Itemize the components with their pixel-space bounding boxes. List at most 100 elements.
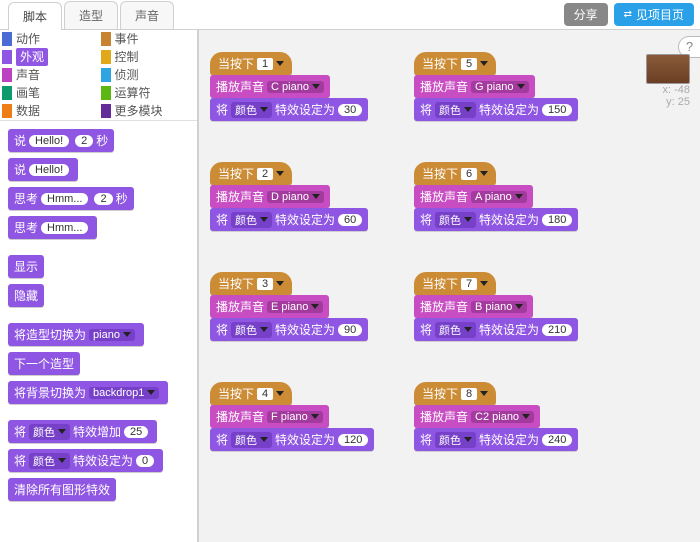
key-value[interactable]: 4 [257, 388, 273, 400]
effect-menu[interactable]: 颜色 [435, 322, 476, 338]
script-stack-7[interactable]: 当按下 7播放声音B piano将颜色特效设定为210 [414, 272, 578, 341]
effect-menu[interactable]: 颜色 [435, 212, 476, 228]
key-value[interactable]: 7 [461, 278, 477, 290]
script-stack-3[interactable]: 当按下 3播放声音E piano将颜色特效设定为90 [210, 272, 368, 341]
when-key-pressed-block[interactable]: 当按下 4 [210, 382, 292, 405]
sound-value: G piano [475, 81, 514, 93]
set-effect-block[interactable]: 将颜色特效设定为120 [210, 428, 374, 451]
when-key-pressed-block[interactable]: 当按下 3 [210, 272, 292, 295]
effect-menu[interactable]: 颜色 [231, 102, 272, 118]
sound-menu[interactable]: F piano [267, 411, 323, 423]
category-7[interactable]: 运算符 [99, 84, 198, 102]
sprite-thumbnail[interactable] [646, 54, 690, 84]
category-2[interactable]: 外观 [0, 48, 99, 66]
set-effect-block[interactable]: 将颜色特效设定为60 [210, 208, 368, 231]
block-next-costume[interactable]: 下一个造型 [8, 352, 80, 375]
play-sound-block[interactable]: 播放声音D piano [210, 185, 330, 208]
play-sound-block[interactable]: 播放声音C2 piano [414, 405, 540, 428]
key-value[interactable]: 2 [257, 168, 273, 180]
category-4[interactable]: 声音 [0, 66, 99, 84]
sound-menu[interactable]: C2 piano [471, 411, 534, 423]
tab-scripts[interactable]: 脚本 [8, 2, 62, 30]
effect-menu[interactable]: 颜色 [435, 432, 476, 448]
script-stack-6[interactable]: 当按下 6播放声音A piano将颜色特效设定为180 [414, 162, 578, 231]
tab-sounds[interactable]: 声音 [120, 1, 174, 29]
effect-amount[interactable]: 150 [542, 104, 572, 116]
category-5[interactable]: 侦测 [99, 66, 198, 84]
set-effect-block[interactable]: 将颜色特效设定为30 [210, 98, 368, 121]
play-sound-block[interactable]: 播放声音F piano [210, 405, 329, 428]
block-think-for-secs[interactable]: 思考 Hmm... 2 秒 [8, 187, 134, 210]
category-6[interactable]: 画笔 [0, 84, 99, 102]
see-project-button[interactable]: ⇄ 见项目页 [614, 3, 694, 26]
play-sound-block[interactable]: 播放声音B piano [414, 295, 533, 318]
block-switch-costume[interactable]: 将造型切换为 piano [8, 323, 144, 346]
script-area[interactable]: ? x: -48 y: 25 当按下 1播放声音C piano将颜色特效设定为3… [199, 30, 700, 542]
key-value[interactable]: 1 [257, 58, 273, 70]
set-effect-block[interactable]: 将颜色特效设定为150 [414, 98, 578, 121]
script-stack-1[interactable]: 当按下 1播放声音C piano将颜色特效设定为30 [210, 52, 368, 121]
tab-costumes[interactable]: 造型 [64, 1, 118, 29]
play-sound-block[interactable]: 播放声音A piano [414, 185, 533, 208]
block-say-for-secs[interactable]: 说 Hello! 2 秒 [8, 129, 114, 152]
category-label: 画笔 [16, 84, 40, 102]
share-button[interactable]: 分享 [564, 3, 608, 26]
block-say[interactable]: 说 Hello! [8, 158, 78, 181]
effect-menu[interactable]: 颜色 [435, 102, 476, 118]
category-0[interactable]: 动作 [0, 30, 99, 48]
block-set-effect[interactable]: 将 颜色 特效设定为 0 [8, 449, 163, 472]
when-key-pressed-block[interactable]: 当按下 8 [414, 382, 496, 405]
block-show[interactable]: 显示 [8, 255, 44, 278]
key-value[interactable]: 6 [461, 168, 477, 180]
play-sound-block[interactable]: 播放声音E piano [210, 295, 329, 318]
script-stack-4[interactable]: 当按下 4播放声音F piano将颜色特效设定为120 [210, 382, 374, 451]
play-sound-block[interactable]: 播放声音G piano [414, 75, 535, 98]
block-change-effect[interactable]: 将 颜色 特效增加 25 [8, 420, 157, 443]
category-1[interactable]: 事件 [99, 30, 198, 48]
sound-menu[interactable]: C piano [267, 81, 324, 93]
script-stack-8[interactable]: 当按下 8播放声音C2 piano将颜色特效设定为240 [414, 382, 578, 451]
when-key-pressed-block[interactable]: 当按下 5 [414, 52, 496, 75]
key-value[interactable]: 3 [257, 278, 273, 290]
effect-amount[interactable]: 60 [338, 214, 362, 226]
play-sound-block[interactable]: 播放声音C piano [210, 75, 330, 98]
block-clear-effects[interactable]: 清除所有图形特效 [8, 478, 116, 501]
effect-menu[interactable]: 颜色 [231, 432, 272, 448]
effect-amount[interactable]: 180 [542, 214, 572, 226]
effect-amount[interactable]: 120 [338, 434, 368, 446]
effect-amount[interactable]: 240 [542, 434, 572, 446]
when-key-pressed-block[interactable]: 当按下 7 [414, 272, 496, 295]
key-value[interactable]: 5 [461, 58, 477, 70]
when-key-pressed-block[interactable]: 当按下 6 [414, 162, 496, 185]
effect-amount[interactable]: 30 [338, 104, 362, 116]
effect-amount[interactable]: 210 [542, 324, 572, 336]
category-8[interactable]: 数据 [0, 102, 99, 120]
sound-menu[interactable]: B piano [471, 301, 527, 313]
when-key-pressed-block[interactable]: 当按下 1 [210, 52, 292, 75]
sound-menu[interactable]: E piano [267, 301, 323, 313]
set-effect-block[interactable]: 将颜色特效设定为180 [414, 208, 578, 231]
category-3[interactable]: 控制 [99, 48, 198, 66]
block-switch-backdrop[interactable]: 将背景切换为 backdrop1 [8, 381, 168, 404]
hat-label: 当按下 [422, 275, 458, 292]
script-stack-2[interactable]: 当按下 2播放声音D piano将颜色特效设定为60 [210, 162, 368, 231]
chevron-down-icon [260, 107, 268, 112]
sound-menu[interactable]: A piano [471, 191, 527, 203]
block-hide[interactable]: 隐藏 [8, 284, 44, 307]
category-swatch [101, 50, 111, 64]
effect-menu[interactable]: 颜色 [231, 322, 272, 338]
block-think[interactable]: 思考 Hmm... [8, 216, 97, 239]
set-effect-block[interactable]: 将颜色特效设定为240 [414, 428, 578, 451]
sound-menu[interactable]: G piano [471, 81, 529, 93]
effect-value: 颜色 [439, 322, 461, 338]
set-effect-block[interactable]: 将颜色特效设定为210 [414, 318, 578, 341]
sound-menu[interactable]: D piano [267, 191, 324, 203]
setto-label: 特效设定为 [275, 321, 335, 338]
category-9[interactable]: 更多模块 [99, 102, 198, 120]
effect-amount[interactable]: 90 [338, 324, 362, 336]
set-effect-block[interactable]: 将颜色特效设定为90 [210, 318, 368, 341]
script-stack-5[interactable]: 当按下 5播放声音G piano将颜色特效设定为150 [414, 52, 578, 121]
when-key-pressed-block[interactable]: 当按下 2 [210, 162, 292, 185]
effect-menu[interactable]: 颜色 [231, 212, 272, 228]
key-value[interactable]: 8 [461, 388, 477, 400]
